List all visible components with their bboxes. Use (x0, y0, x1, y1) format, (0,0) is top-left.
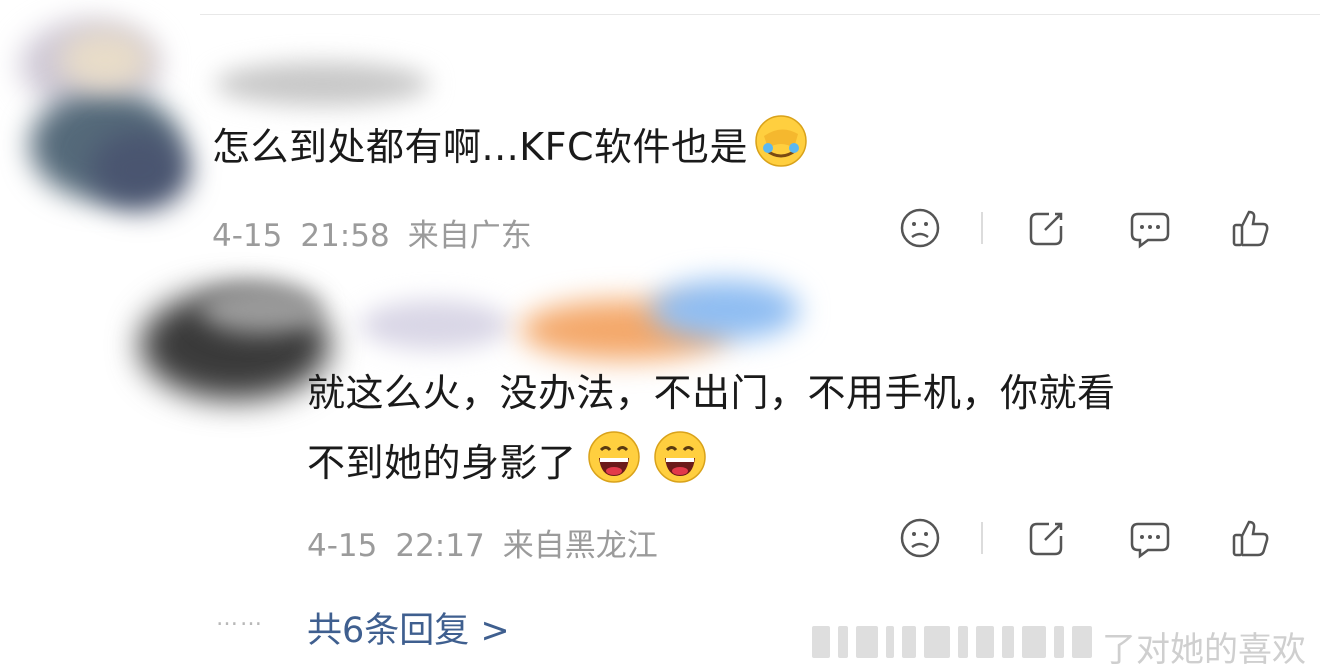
comment-1-text: 怎么到处都有啊...KFC软件也是 (212, 112, 808, 182)
comment-time: 22:17 (395, 528, 485, 564)
comment-location: 来自黑龙江 (502, 528, 658, 564)
share-icon[interactable] (1025, 206, 1069, 250)
actions-divider (981, 522, 983, 554)
watermark-barcode (812, 626, 1102, 658)
watermark: 了对她的喜欢 (812, 622, 1320, 670)
comment-2-line-1: 就这么火，没办法，不出门，不用手机，你就看 (307, 371, 1116, 415)
comment-1-meta: 4-15 21:58 来自广东 (212, 210, 550, 255)
facepalm-laugh-emoji (754, 114, 808, 168)
comment-2-meta: 4-15 22:17 来自黑龙江 (307, 520, 676, 565)
dislike-icon[interactable] (898, 516, 942, 560)
actions-divider (981, 212, 983, 244)
comment-2-actions (898, 516, 1278, 560)
comment-date: 4-15 (307, 528, 378, 564)
comment-location: 来自广东 (407, 218, 532, 254)
share-icon[interactable] (1025, 516, 1069, 560)
view-replies-link[interactable]: 共6条回复 > (307, 602, 510, 653)
comment-time: 21:58 (300, 218, 390, 254)
comment-1-actions (898, 206, 1278, 250)
comment-2-line-2: 不到她的身影了 (307, 428, 1116, 498)
comment-2-text: 就这么火，没办法，不出门，不用手机，你就看 不到她的身影了 (307, 358, 1116, 498)
grin-emoji (653, 430, 707, 484)
dislike-icon[interactable] (898, 206, 942, 250)
like-icon[interactable] (1229, 516, 1273, 560)
comment-icon[interactable] (1128, 206, 1172, 250)
grin-emoji (587, 430, 641, 484)
replies-dots: …… (216, 606, 264, 631)
comment-icon[interactable] (1128, 516, 1172, 560)
watermark-text: 了对她的喜欢 (1102, 630, 1306, 670)
comment-date: 4-15 (212, 218, 283, 254)
top-divider (200, 14, 1320, 15)
like-icon[interactable] (1229, 206, 1273, 250)
